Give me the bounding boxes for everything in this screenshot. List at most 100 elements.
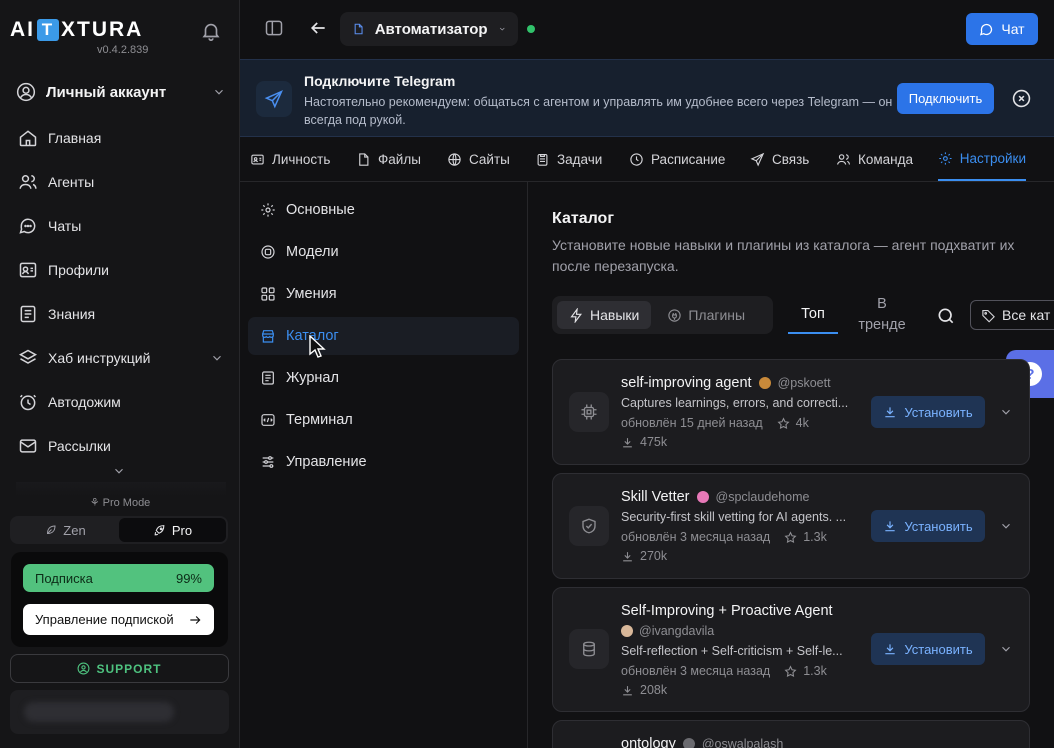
seg-skills-label: Навыки (590, 307, 640, 323)
sidebar-item-instructions-hub[interactable]: Хаб инструкций (18, 346, 224, 370)
sort-top[interactable]: Топ (788, 296, 838, 334)
user-circle-icon (16, 82, 36, 102)
logo-box: T (37, 19, 59, 41)
install-button[interactable]: Установить (871, 510, 985, 542)
agent-tabs: Личность Файлы Сайты Задачи Расписание С… (240, 137, 1054, 182)
catalog-description: Установите новые навыки и плагины из кат… (552, 237, 1015, 274)
settings-item-models[interactable]: Модели (248, 233, 519, 271)
account-selector[interactable]: Личный аккаунт (16, 80, 226, 104)
mode-pro-label: Pro (171, 522, 193, 538)
settings-item-general[interactable]: Основные (248, 191, 519, 229)
sidebar-item-home[interactable]: Главная (18, 126, 224, 150)
lightning-icon (570, 307, 582, 323)
chevron-down-icon[interactable] (999, 405, 1013, 419)
card-updated: обновлён 3 месяца назад (621, 664, 771, 678)
chevron-down-icon[interactable] (999, 519, 1013, 533)
mode-pro[interactable]: Pro (119, 518, 226, 542)
mode-zen[interactable]: Zen (12, 518, 119, 542)
sidebar-toggle-icon[interactable] (264, 18, 284, 38)
user-profile-blurred[interactable] (10, 690, 229, 734)
sort-trending[interactable]: В тренде (852, 294, 912, 336)
search-icon[interactable] (936, 306, 956, 326)
telegram-banner: Подключите Telegram Настоятельно рекомен… (240, 59, 1054, 137)
layers-icon (18, 349, 38, 364)
sidebar-item-label: Автодожим (48, 394, 121, 410)
install-button[interactable]: Установить (871, 633, 985, 665)
chevron-down-icon[interactable] (999, 642, 1013, 656)
leaf-icon (47, 525, 56, 535)
clock-icon (630, 152, 643, 166)
support-button[interactable]: SUPPORT (10, 654, 229, 683)
sidebar-item-chats[interactable]: Чаты (18, 214, 224, 238)
support-icon (78, 662, 90, 675)
seg-plugins[interactable]: Плагины (655, 301, 757, 329)
sidebar-item-mailings[interactable]: Рассылки (18, 434, 224, 458)
sidebar-item-agents[interactable]: Агенты (18, 170, 224, 194)
settings-item-journal[interactable]: Журнал (248, 359, 519, 397)
tab-team[interactable]: Команда (836, 137, 913, 181)
sidebar-item-autofollowup[interactable]: Автодожим (18, 390, 224, 414)
terminal-icon (261, 414, 275, 426)
home-icon (19, 130, 37, 147)
card-author[interactable]: @pskoett (778, 376, 831, 390)
tab-personality[interactable]: Личность (250, 137, 330, 181)
tab-label: Связь (772, 151, 810, 167)
card-stars-count: 4k (795, 416, 809, 430)
tag-icon (982, 309, 995, 323)
sidebar-item-knowledge[interactable]: Знания (18, 302, 224, 326)
tab-label: Команда (858, 151, 914, 167)
connect-telegram-button[interactable]: Подключить (897, 83, 994, 114)
agent-file-icon (354, 23, 363, 35)
store-icon (262, 330, 274, 343)
chevron-down-icon (499, 27, 505, 31)
card-downloads-count: 475k (640, 435, 668, 449)
card-author[interactable]: @spclaudehome (716, 490, 810, 504)
settings-item-skills[interactable]: Умения (248, 275, 519, 313)
category-filter[interactable]: Все кат (970, 300, 1054, 330)
card-name: ontology (621, 736, 676, 748)
account-label: Личный аккаунт (46, 83, 167, 101)
settings-item-catalog[interactable]: Каталог (248, 317, 519, 355)
tab-label: Настройки (959, 150, 1026, 166)
card-title-row: ontology @oswalpalash (621, 736, 783, 748)
pro-mode-text: Pro Mode (102, 497, 151, 509)
personality-icon (251, 154, 264, 164)
telegram-icon-wrap (256, 81, 292, 117)
banner-title: Подключите Telegram (304, 73, 456, 89)
catalog-type-switch: Навыки Плагины (552, 296, 773, 334)
seg-skills[interactable]: Навыки (557, 301, 652, 329)
tab-schedule[interactable]: Расписание (629, 137, 725, 181)
card-downloads-count: 270k (640, 549, 668, 563)
card-author[interactable]: @ivangdavila (639, 624, 714, 638)
settings-item-management[interactable]: Управление (248, 443, 519, 481)
gear-icon (261, 203, 275, 217)
catalog-card: Skill Vetter @spclaudehome Security-firs… (552, 473, 1030, 579)
chat-bubble-icon (980, 23, 993, 35)
mail-icon (19, 439, 37, 453)
file-icon (359, 152, 369, 166)
tab-settings[interactable]: Настройки (938, 137, 1026, 181)
card-author[interactable]: @oswalpalash (702, 737, 783, 748)
settings-item-terminal[interactable]: Терминал (248, 401, 519, 439)
agent-selector[interactable]: Автоматизатор (340, 12, 518, 46)
globe-icon (448, 152, 461, 166)
sidebar-item-label: Рассылки (48, 438, 111, 454)
mode-switch: Zen Pro (10, 516, 228, 544)
scroll-down-chevron-icon[interactable] (112, 464, 126, 478)
tab-tasks[interactable]: Задачи (535, 137, 602, 181)
tab-files[interactable]: Файлы (356, 137, 421, 181)
back-arrow-icon[interactable] (308, 18, 328, 38)
card-stars: 1.3k (784, 530, 827, 544)
logo[interactable]: AI T XTURA (10, 18, 143, 42)
manage-subscription-button[interactable]: Управление подпиской (23, 604, 214, 635)
sidebar-item-profiles[interactable]: Профили (18, 258, 224, 282)
chevron-down-icon (213, 355, 221, 361)
shield-check-icon (569, 506, 609, 546)
tab-connection[interactable]: Связь (750, 137, 809, 181)
star-icon (777, 416, 790, 429)
chat-button[interactable]: Чат (966, 13, 1038, 45)
tab-sites[interactable]: Сайты (447, 137, 510, 181)
install-button[interactable]: Установить (871, 396, 985, 428)
close-icon[interactable] (1012, 89, 1031, 108)
bell-icon[interactable] (200, 20, 222, 42)
